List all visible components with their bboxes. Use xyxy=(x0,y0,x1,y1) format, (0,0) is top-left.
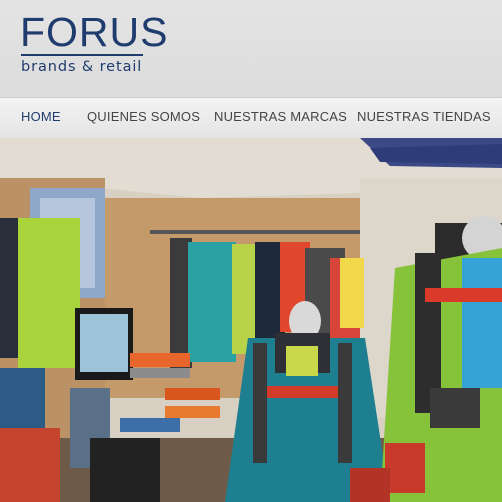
store-interior-illustration xyxy=(0,138,502,502)
nav-quienes-somos[interactable]: QUIENES SOMOS xyxy=(87,109,200,124)
logo-wordmark: FORUS xyxy=(20,9,169,55)
nav-nuestras-tiendas[interactable]: NUESTRAS TIENDAS xyxy=(357,109,491,124)
hero-store-image xyxy=(0,138,502,502)
site-header: FORUS brands & retail xyxy=(0,0,502,97)
nav-nuestras-marcas[interactable]: NUESTRAS MARCAS xyxy=(214,109,347,124)
nav-home[interactable]: HOME xyxy=(21,109,61,124)
main-navigation: HOME QUIENES SOMOS NUESTRAS MARCAS NUEST… xyxy=(0,97,502,139)
forus-logo[interactable]: FORUS brands & retail xyxy=(20,9,169,76)
logo-tagline: brands & retail xyxy=(21,59,143,75)
